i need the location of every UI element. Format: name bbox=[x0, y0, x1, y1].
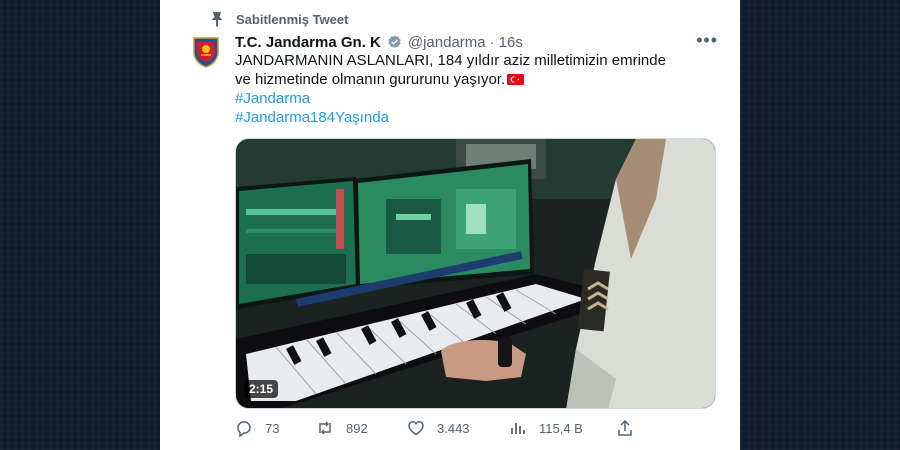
like-icon bbox=[408, 421, 424, 436]
pin-icon bbox=[210, 11, 224, 27]
gendarmerie-emblem-icon bbox=[193, 37, 219, 68]
retweet-icon bbox=[319, 421, 331, 435]
separator-dot: · bbox=[489, 33, 495, 51]
views-count: 115,4 B bbox=[539, 420, 583, 436]
tweet-text: JANDARMANIN ASLANLARI, 184 yıldır aziz m… bbox=[235, 52, 666, 88]
pinned-label: Sabitlenmiş Tweet bbox=[236, 11, 349, 27]
video-player[interactable]: 2:15 bbox=[235, 138, 716, 409]
page-background-left bbox=[0, 0, 160, 450]
tweet-header: T.C. Jandarma Gn. K @jandarma · 16s bbox=[235, 32, 720, 52]
retweet-count: 892 bbox=[346, 420, 368, 436]
more-icon[interactable]: ••• bbox=[696, 31, 718, 49]
pinned-indicator: Sabitlenmiş Tweet bbox=[210, 11, 348, 27]
share-icon bbox=[618, 419, 632, 436]
tweet-actions: 73 892 3.443 115,4 B bbox=[235, 419, 635, 443]
like-button[interactable]: 3.443 bbox=[407, 419, 470, 437]
author-handle[interactable]: @jandarma bbox=[408, 34, 486, 51]
hashtag-jandarma184[interactable]: #Jandarma184Yaşında bbox=[235, 108, 675, 127]
tweet-body: JANDARMANIN ASLANLARI, 184 yıldır aziz m… bbox=[235, 51, 675, 127]
verified-badge-icon[interactable] bbox=[387, 34, 402, 50]
share-button[interactable] bbox=[616, 419, 634, 437]
like-count: 3.443 bbox=[437, 420, 470, 436]
views-icon bbox=[511, 423, 525, 434]
page-background-right bbox=[740, 0, 900, 450]
turkey-flag-icon bbox=[507, 71, 525, 85]
hashtag-jandarma[interactable]: #Jandarma bbox=[235, 89, 675, 108]
video-thumbnail bbox=[236, 139, 715, 408]
tweet-card[interactable]: Sabitlenmiş Tweet T.C. Jandarma Gn. K @j… bbox=[160, 0, 740, 450]
video-duration: 2:15 bbox=[244, 380, 279, 398]
reply-button[interactable]: 73 bbox=[235, 419, 279, 437]
avatar[interactable] bbox=[192, 36, 220, 68]
views-button[interactable]: 115,4 B bbox=[509, 419, 583, 437]
author-name[interactable]: T.C. Jandarma Gn. K bbox=[235, 34, 381, 51]
timestamp[interactable]: 16s bbox=[499, 34, 523, 51]
retweet-button[interactable]: 892 bbox=[316, 419, 368, 437]
reply-count: 73 bbox=[265, 420, 280, 436]
reply-icon bbox=[237, 421, 251, 437]
